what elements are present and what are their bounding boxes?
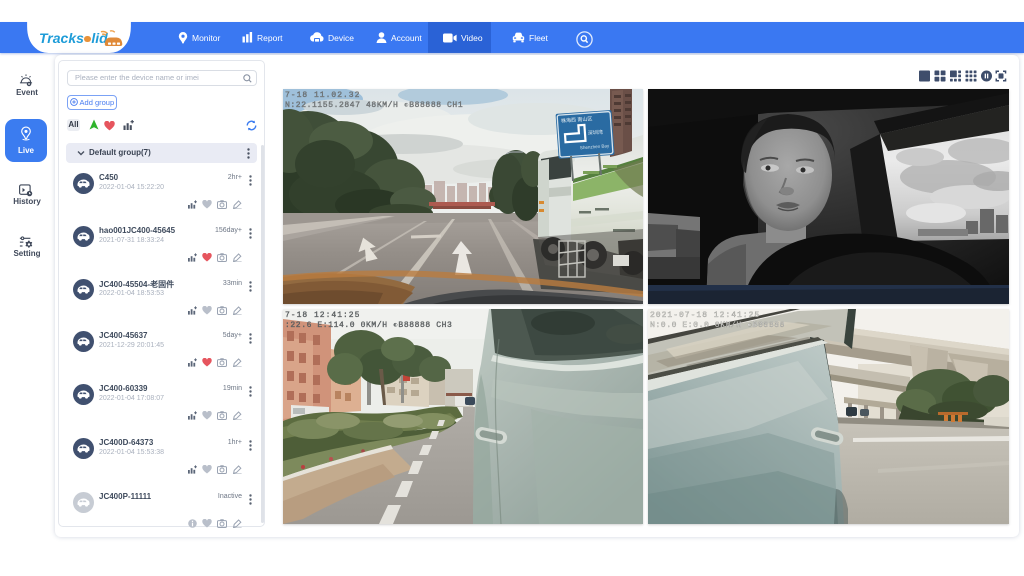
svg-text:7-18 11.02.32: 7-18 11.02.32 [285, 91, 360, 100]
svg-text::22.6 E:114.0 0KM/H ◐B88888 CH: :22.6 E:114.0 0KM/H ◐B88888 CH3 [285, 321, 452, 330]
svg-text:深圳湾: 深圳湾 [588, 129, 603, 137]
svg-text:N:0.0 E:0.0 0KM/H ◐B88888: N:0.0 E:0.0 0KM/H ◐B88888 [650, 321, 785, 330]
svg-text:2021-07-18 12:41:25: 2021-07-18 12:41:25 [650, 311, 760, 320]
svg-text:N:22.1155.2847 48KM/H ◐B88888: N:22.1155.2847 48KM/H ◐B88888 CH1 [285, 101, 463, 110]
svg-text:7-18 12:41:25: 7-18 12:41:25 [285, 311, 360, 320]
